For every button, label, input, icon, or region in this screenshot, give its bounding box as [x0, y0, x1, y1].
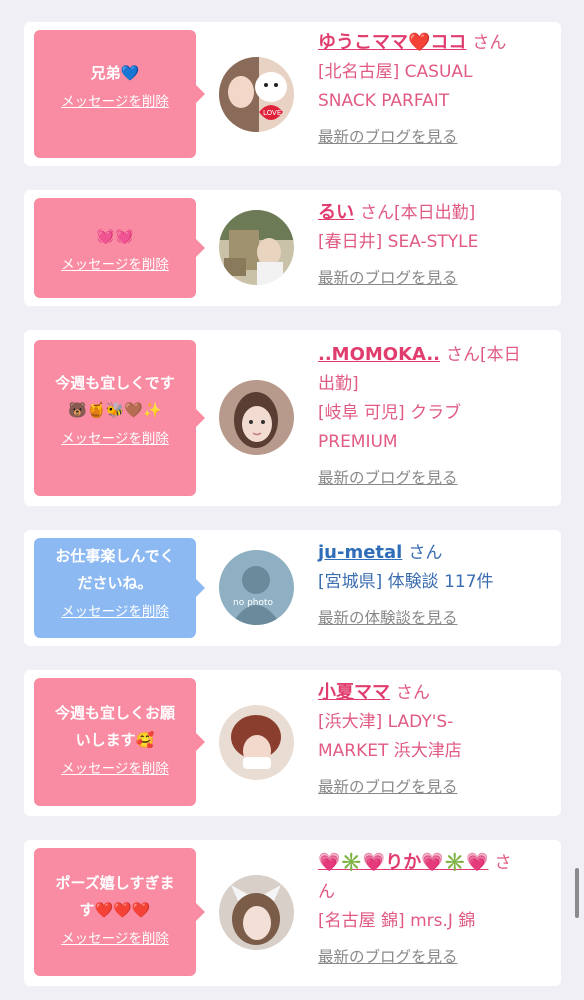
message-text-line2: ださいね。	[77, 574, 153, 592]
message-card: 兄弟💙 メッセージを削除 LOVE ゆうこママ❤️ココ さん [北名古屋] CAS…	[24, 22, 561, 166]
sender-name-link[interactable]: るい	[318, 202, 354, 223]
message-card: お仕事楽しんでく ださいね。 メッセージを削除 no photo ju-meta…	[24, 530, 561, 646]
latest-blog-link[interactable]: 最新のブログを見る	[318, 126, 552, 148]
shop-name: MARKET 浜大津店	[318, 741, 462, 761]
svg-text:LOVE: LOVE	[263, 109, 281, 117]
avatar[interactable]	[219, 210, 294, 285]
honorific: さん	[396, 683, 430, 703]
sender-name-link[interactable]: ..MOMOKA..	[318, 344, 440, 365]
work-status-cont: 出勤]	[318, 374, 359, 394]
sender-info: 💗✳️💗りか💗✳️💗 さ ん [名古屋 錦] mrs.J 錦 最新のブログを見る	[318, 848, 552, 968]
honorific: さん	[408, 543, 443, 563]
message-text: 兄弟💙	[90, 64, 140, 82]
shop-location: [春日井] SEA-STYLE	[318, 232, 479, 252]
avatar[interactable]	[219, 875, 294, 950]
message-bubble: ポーズ嬉しすぎま す❤️❤️❤️ メッセージを削除	[34, 848, 205, 976]
shop-location: [浜大津] LADY'S-	[318, 712, 454, 732]
message-card: 💓💓 メッセージを削除 るい さん[本日出勤] [春日井] SEA-STYLE 最…	[24, 190, 561, 306]
sender-info: ゆうこママ❤️ココ さん [北名古屋] CASUAL SNACK PARFAIT …	[318, 28, 552, 148]
avatar[interactable]	[219, 705, 294, 780]
latest-blog-link[interactable]: 最新のブログを見る	[318, 776, 552, 798]
shop-location: [名古屋 錦] mrs.J 錦	[318, 911, 476, 931]
latest-blog-link[interactable]: 最新のブログを見る	[318, 267, 552, 289]
shop-name: PREMIUM	[318, 432, 398, 452]
avatar[interactable]: no photo	[219, 550, 294, 625]
message-bubble: 今週も宜しくお願 いします🥰 メッセージを削除	[34, 678, 205, 806]
delete-message-link[interactable]: メッセージを削除	[42, 91, 188, 113]
sender-name-link[interactable]: ju-metal	[318, 542, 402, 563]
message-bubble: 今週も宜しくです 🐻🍯🐝🤎✨ メッセージを削除	[34, 340, 205, 496]
honorific: さ	[494, 853, 512, 873]
latest-blog-link[interactable]: 最新のブログを見る	[318, 467, 552, 489]
message-card: 今週も宜しくお願 いします🥰 メッセージを削除 小夏ママ さん [浜大津] LAD…	[24, 670, 561, 816]
honorific: さん	[446, 345, 480, 365]
message-text-line1: 今週も宜しくです	[55, 374, 175, 392]
latest-review-link[interactable]: 最新の体験談を見る	[318, 607, 552, 629]
delete-message-link[interactable]: メッセージを削除	[42, 758, 188, 780]
message-bubble: お仕事楽しんでく ださいね。 メッセージを削除	[34, 538, 205, 638]
delete-message-link[interactable]: メッセージを削除	[42, 428, 188, 450]
delete-message-link[interactable]: メッセージを削除	[42, 601, 188, 623]
sender-name-link[interactable]: 💗✳️💗りか💗✳️💗	[318, 852, 488, 873]
honorific: さん	[472, 33, 507, 53]
message-text-line1: 今週も宜しくお願	[54, 704, 175, 722]
shop-name: SNACK PARFAIT	[318, 91, 450, 111]
delete-message-link[interactable]: メッセージを削除	[42, 254, 188, 276]
message-bubble: 💓💓 メッセージを削除	[34, 198, 205, 298]
message-text-line1: お仕事楽しんでく	[55, 547, 175, 565]
message-card: 今週も宜しくです 🐻🍯🐝🤎✨ メッセージを削除 ..MOMOKA.. さん[本日 …	[24, 330, 561, 506]
message-bubble: 兄弟💙 メッセージを削除	[34, 30, 205, 158]
honorific: さん	[360, 203, 394, 223]
message-text-line1: ポーズ嬉しすぎま	[55, 874, 175, 892]
work-status: [本日	[480, 345, 521, 365]
sender-info: るい さん[本日出勤] [春日井] SEA-STYLE 最新のブログを見る	[318, 198, 552, 289]
message-text-line2: す❤️❤️❤️	[79, 901, 151, 919]
sender-name-link[interactable]: ゆうこママ❤️ココ	[318, 32, 466, 53]
honorific-cont: ん	[318, 882, 335, 902]
scrollbar[interactable]	[575, 868, 579, 918]
sender-info: 小夏ママ さん [浜大津] LADY'S- MARKET 浜大津店 最新のブログを…	[318, 678, 552, 798]
message-card: ポーズ嬉しすぎま す❤️❤️❤️ メッセージを削除 💗✳️💗りか💗✳️💗 さ ん …	[24, 840, 561, 986]
shop-location: [岐阜 可児] クラブ	[318, 403, 462, 423]
review-count: [宮城県] 体験談 117件	[318, 572, 494, 592]
avatar[interactable]	[219, 380, 294, 455]
sender-name-link[interactable]: 小夏ママ	[318, 682, 390, 703]
sender-info: ..MOMOKA.. さん[本日 出勤] [岐阜 可児] クラブ PREMIUM …	[318, 340, 552, 489]
shop-location: [北名古屋] CASUAL	[318, 62, 473, 82]
work-status: [本日出勤]	[394, 203, 476, 223]
latest-blog-link[interactable]: 最新のブログを見る	[318, 946, 552, 968]
delete-message-link[interactable]: メッセージを削除	[42, 928, 188, 950]
avatar[interactable]: LOVE	[219, 57, 294, 132]
message-text-line2: 🐻🍯🐝🤎✨	[68, 401, 162, 419]
message-text-line2: いします🥰	[75, 731, 155, 749]
sender-info: ju-metal さん [宮城県] 体験談 117件 最新の体験談を見る	[318, 538, 552, 629]
no-photo-label: no photo	[233, 598, 274, 608]
message-text: 💓💓	[96, 227, 134, 245]
